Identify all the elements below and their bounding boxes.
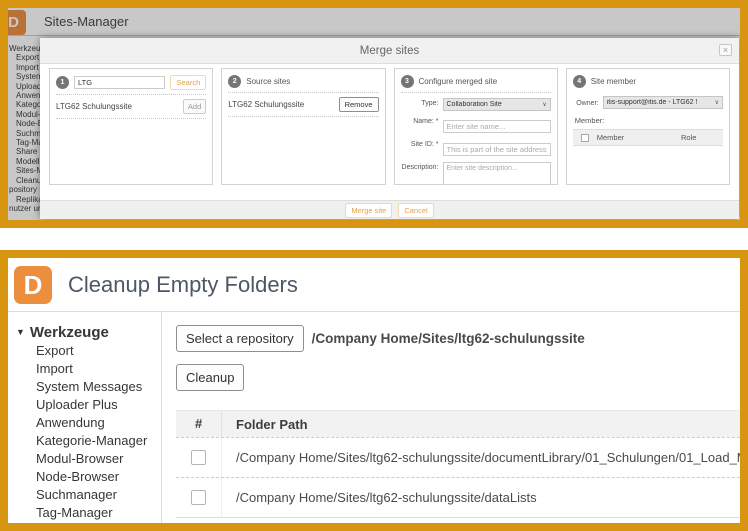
merge-sites-dialog: Merge sites × 1 Search LTG62 Schulungssi…: [40, 38, 739, 219]
sidebar-item-import[interactable]: Import: [8, 360, 161, 378]
cleanup-button[interactable]: Cleanup: [176, 364, 244, 391]
name-label: Name: *: [401, 116, 443, 134]
table-row: /Company Home/Sites/ltg62-schulungssite/…: [176, 437, 748, 477]
step3-configure-panel: 3 Configure merged site Type: Collaborat…: [394, 68, 558, 185]
siteid-input[interactable]: [443, 143, 551, 156]
step1-search-panel: 1 Search LTG62 Schulungssite Add: [49, 68, 213, 185]
step4-badge: 4: [573, 75, 586, 88]
step3-badge: 3: [401, 75, 414, 88]
cancel-button[interactable]: Cancel: [398, 203, 433, 218]
step2-title: Source sites: [246, 77, 290, 86]
folder-path-cell: /Company Home/Sites/ltg62-schulungssite/…: [222, 450, 748, 465]
owner-select[interactable]: itis-support@itis.de - LTG62 ! ∨: [603, 96, 723, 109]
search-button[interactable]: Search: [170, 75, 206, 90]
step2-source-sites-panel: 2 Source sites LTG62 Schulungssite Remov…: [221, 68, 385, 185]
dialog-footer: Merge site Cancel: [40, 200, 739, 219]
close-icon[interactable]: ×: [719, 44, 732, 56]
row-checkbox[interactable]: [191, 490, 206, 505]
role-column-header: Role: [681, 133, 723, 142]
step2-badge: 2: [228, 75, 241, 88]
chevron-down-icon: ∨: [542, 101, 546, 108]
dialog-title: Merge sites: [360, 45, 419, 57]
search-result-label: LTG62 Schulungssite: [56, 102, 178, 111]
folder-path-column-header: Folder Path: [222, 417, 748, 432]
cleanup-empty-folders-screenshot: D Cleanup Empty Folders ▼ Werkzeuge Expo…: [0, 250, 748, 531]
add-button[interactable]: Add: [183, 99, 206, 114]
chevron-down-icon: ∨: [715, 99, 719, 106]
select-repository-button[interactable]: Select a repository: [176, 325, 304, 352]
folder-table-header: # Folder Path: [176, 411, 748, 437]
step4-site-member-panel: 4 Site member Owner: itis-support@itis.d…: [566, 68, 730, 185]
sidebar-item-kategorie-manager[interactable]: Kategorie-Manager: [8, 432, 161, 450]
table-row: /Company Home/Sites/ltg62-schulungssite/…: [176, 477, 748, 517]
row-checkbox[interactable]: [191, 450, 206, 465]
app-header: D Cleanup Empty Folders: [8, 258, 740, 312]
source-site-label: LTG62 Schulungssite: [228, 100, 333, 109]
step4-title: Site member: [591, 77, 636, 86]
name-input[interactable]: [443, 120, 551, 133]
owner-label: Owner:: [573, 98, 603, 107]
site-search-input[interactable]: [74, 76, 165, 89]
sidebar-item-export[interactable]: Export: [8, 342, 161, 360]
step3-title: Configure merged site: [419, 77, 498, 86]
app-logo-icon: D: [14, 266, 52, 304]
description-textarea[interactable]: [443, 162, 551, 185]
sidebar-group-werkzeuge[interactable]: ▼ Werkzeuge: [8, 322, 161, 342]
description-label: Description:: [401, 162, 443, 185]
tools-sidebar: ▼ Werkzeuge Export Import System Message…: [8, 312, 162, 523]
type-label: Type:: [401, 98, 443, 111]
siteid-label: Site ID: *: [401, 139, 443, 157]
dialog-header: Merge sites ×: [40, 38, 739, 64]
select-all-checkbox[interactable]: [581, 134, 589, 142]
sidebar-item-suchmanager[interactable]: Suchmanager: [8, 486, 161, 504]
sidebar-item-anwendung[interactable]: Anwendung: [8, 414, 161, 432]
repository-path: /Company Home/Sites/ltg62-schulungssite: [312, 331, 585, 346]
member-table: Member Role: [573, 129, 723, 146]
sidebar-item-tag-manager[interactable]: Tag-Manager: [8, 504, 161, 522]
merge-site-button[interactable]: Merge site: [345, 203, 392, 218]
type-select[interactable]: Collaboration Site ∨: [443, 98, 551, 111]
sidebar-item-uploader-plus[interactable]: Uploader Plus: [8, 396, 161, 414]
page-title: Cleanup Empty Folders: [68, 258, 298, 312]
main-content: Select a repository /Company Home/Sites/…: [162, 312, 748, 523]
sidebar-item-modul-browser[interactable]: Modul-Browser: [8, 450, 161, 468]
remove-button[interactable]: Remove: [339, 97, 379, 112]
sidebar-item-system-messages[interactable]: System Messages: [8, 378, 161, 396]
sites-manager-screenshot: D Sites-Manager Werkzeuge Export Import …: [0, 0, 748, 228]
member-label: Member:: [575, 116, 723, 125]
member-column-header: Member: [597, 133, 681, 142]
number-column-header: #: [176, 411, 222, 437]
sidebar-item-node-browser[interactable]: Node-Browser: [8, 468, 161, 486]
collapse-triangle-icon: ▼: [16, 327, 25, 337]
step1-badge: 1: [56, 76, 69, 89]
folder-path-cell: /Company Home/Sites/ltg62-schulungssite/…: [222, 490, 748, 505]
folder-table: # Folder Path /Company Home/Sites/ltg62-…: [176, 410, 748, 518]
